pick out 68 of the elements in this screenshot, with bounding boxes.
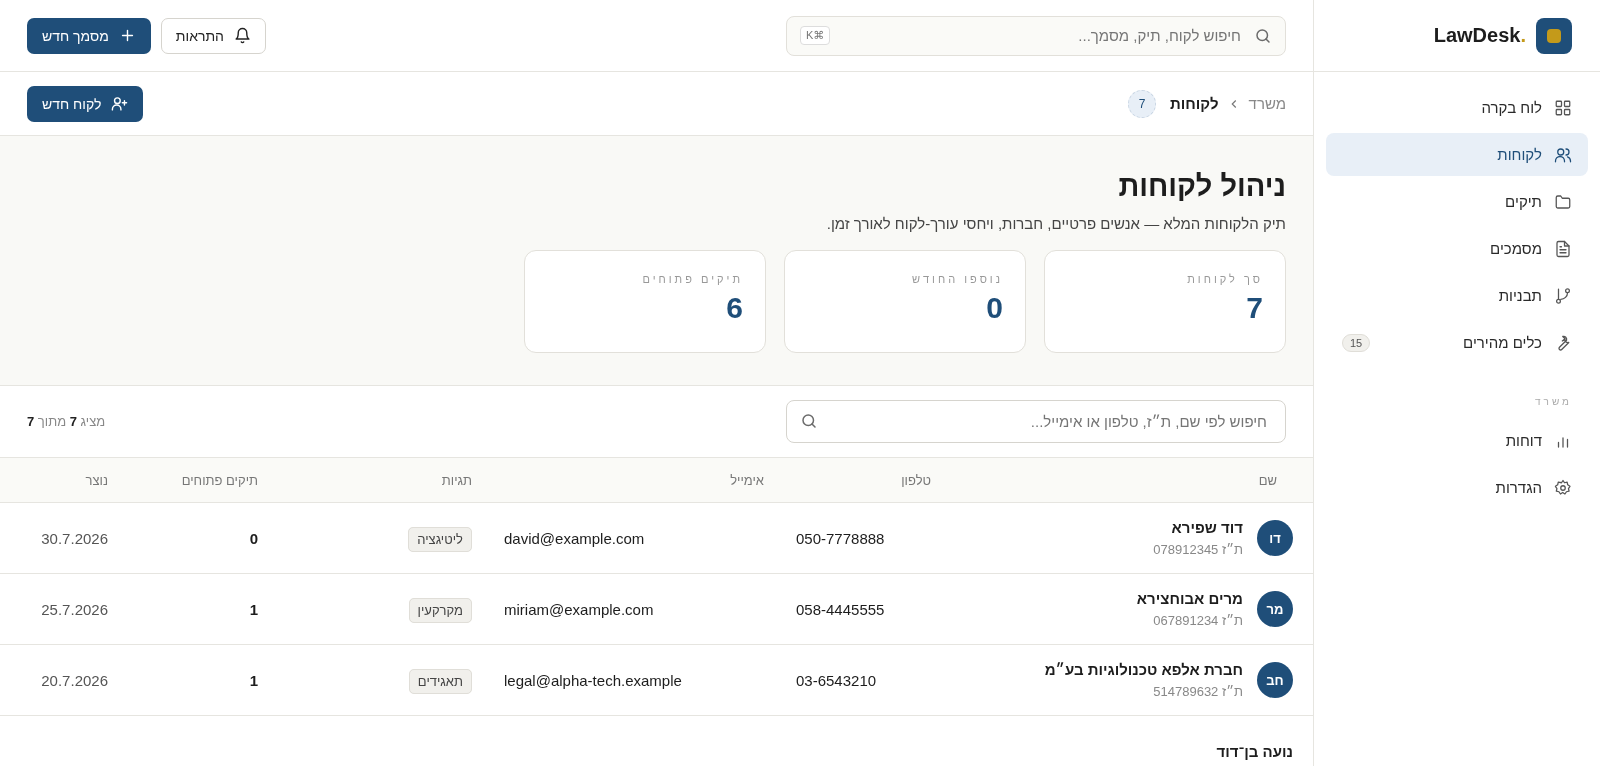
document-icon — [1554, 239, 1572, 258]
id-number: ת״ז 514789632 — [1152, 684, 1243, 699]
add-user-icon — [111, 95, 129, 112]
breadcrumb-link[interactable]: משרד — [1248, 95, 1286, 112]
table-cell: 050-7778888 — [796, 529, 885, 547]
id-number: ת״ז 078912345 — [1153, 542, 1243, 557]
stat-value: 6 — [726, 291, 743, 325]
column-header: תיקים פתוחים — [180, 472, 259, 488]
section-title: משרד — [1534, 395, 1573, 409]
client-name[interactable]: מרים אבוחצירא — [1136, 590, 1243, 607]
settings-icon — [1554, 478, 1572, 497]
page-subtitle: תיק הלקוחות המלא — אנשים פרטיים, חברות, ויחסי עורך-לקוח לאורך זמן. — [825, 215, 1286, 232]
new-document-button[interactable]: מסמך חדש — [27, 17, 151, 54]
stat-label: נוספו החודש — [911, 273, 1003, 285]
stat-label: תיקים פתוחים — [642, 273, 743, 285]
column-header: אימייל — [729, 472, 765, 488]
users-icon — [1554, 145, 1572, 164]
brand-name: LawDesk. — [1433, 24, 1526, 47]
column-header: תגיות — [440, 472, 473, 488]
sidebar-item[interactable]: לוח בקרה — [1326, 86, 1588, 129]
sidebar-item[interactable]: תיקים — [1326, 180, 1588, 223]
sidebar-item[interactable]: דוחות — [1326, 419, 1588, 462]
table-cell: 20.7.2026 — [41, 671, 108, 689]
logo-icon — [1536, 17, 1572, 54]
search-field[interactable]: חיפוש לפי שם, ת״ז, טלפון או אימייל... — [786, 400, 1286, 443]
page-title: ניהול לקוחות — [1117, 170, 1286, 203]
search-icon — [800, 412, 818, 430]
table-cell: 30.7.2026 — [41, 529, 108, 547]
stat-value: 7 — [1246, 291, 1263, 325]
count-badge: 15 — [1342, 333, 1371, 352]
sidebar-item[interactable]: תבניות — [1326, 274, 1588, 317]
client-name[interactable]: חברת אלפא טכנולוגיות בע״מ — [1044, 661, 1243, 678]
table-cell: david@example.com — [504, 529, 645, 547]
client-name[interactable]: דוד שפירא — [1153, 519, 1243, 536]
table-cell: 25.7.2026 — [41, 600, 108, 618]
sidebar-item[interactable]: מסמכים — [1326, 227, 1588, 270]
table-cell: miriam@example.com — [504, 600, 654, 618]
table-cell: legal@alpha-tech.example — [504, 671, 682, 689]
avatar: דו — [1257, 520, 1293, 556]
table-cell: 0 — [249, 529, 258, 547]
stat-label: סך לקוחות — [1187, 273, 1263, 285]
column-header: שם — [1257, 472, 1278, 488]
table-cell: 058-4445555 — [796, 600, 885, 618]
sidebar-item[interactable]: לקוחות — [1326, 133, 1588, 176]
branch-icon — [1554, 286, 1572, 305]
table-cell: 1 — [249, 600, 258, 618]
grid-icon — [1554, 98, 1572, 117]
stat-value: 0 — [986, 291, 1003, 325]
tag: ליטיגציה — [408, 526, 472, 552]
shortcut-hint: ⌘K — [800, 25, 831, 45]
count-badge: 7 — [1128, 89, 1156, 118]
id-number: ת״ז 067891234 — [1152, 613, 1243, 628]
new-client-button[interactable]: לקוח חדש — [27, 85, 144, 122]
column-header: טלפון — [900, 472, 932, 488]
column-header: נוצר — [84, 472, 109, 488]
sidebar-item[interactable]: הגדרות — [1326, 466, 1588, 509]
folder-icon — [1554, 192, 1572, 211]
avatar: חב — [1257, 662, 1293, 698]
search-icon — [1254, 26, 1272, 45]
bell-icon — [233, 27, 251, 44]
avatar: מר — [1257, 591, 1293, 627]
table-cell: 1 — [249, 671, 258, 689]
client-name[interactable]: נועה בן־דוד — [1216, 742, 1293, 760]
tag: מקרקעין — [408, 597, 472, 623]
table-cell: 03-6543210 — [796, 671, 877, 689]
tag: תאגידים — [408, 668, 472, 694]
notifications-button[interactable]: התראות — [160, 17, 266, 54]
breadcrumb-current: לקוחות — [1170, 95, 1219, 112]
